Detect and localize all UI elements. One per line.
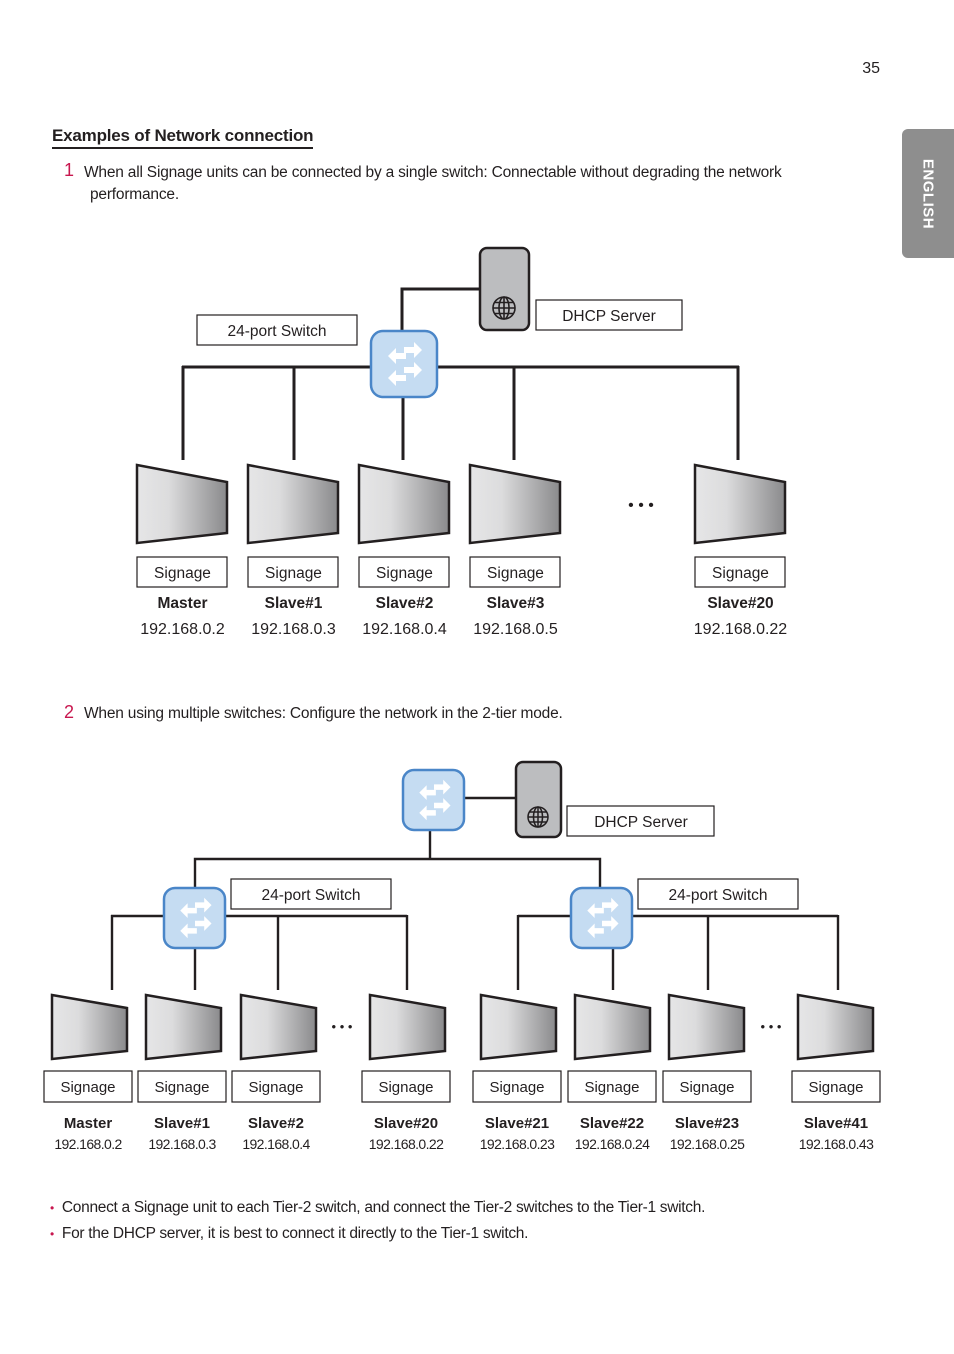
signage-box-label: Signage — [265, 565, 322, 582]
device-ip: 192.168.0.24 — [575, 1136, 650, 1152]
device-ip: 192.168.0.22 — [694, 621, 788, 638]
bullet-dot-icon: • — [50, 1227, 54, 1241]
step-2-text: When using multiple switches: Configure … — [84, 705, 563, 722]
signage-screen-icon — [144, 993, 223, 1061]
signage-box-label: Signage — [489, 1079, 544, 1096]
device-ip: 192.168.0.2 — [54, 1136, 122, 1152]
bullet-item: • Connect a Signage unit to each Tier-2 s… — [50, 1199, 705, 1217]
globe-icon — [492, 296, 516, 320]
signage-box-label: Signage — [584, 1079, 639, 1096]
wire-switch-to-server — [400, 287, 480, 331]
device-ip: 192.168.0.4 — [242, 1136, 310, 1152]
signage-screen-icon — [468, 463, 562, 545]
server-label: DHCP Server — [562, 308, 656, 325]
right-switch-icon — [569, 886, 634, 950]
switch-label: 24-port Switch — [227, 323, 326, 340]
signage-screen-icon — [796, 993, 875, 1061]
device-role: Master — [158, 595, 208, 612]
device-role: Slave#2 — [248, 1115, 304, 1132]
ellipsis-right: • • • — [761, 1019, 782, 1034]
dhcp-server-icon — [514, 760, 563, 839]
signage-box-label: Signage — [712, 565, 769, 582]
device-ip: 192.168.0.25 — [670, 1136, 745, 1152]
device-role: Slave#20 — [374, 1115, 438, 1132]
ellipsis-left: • • • — [332, 1019, 353, 1034]
bullet-item: • For the DHCP server, it is best to conn… — [50, 1225, 528, 1243]
signage-screen-icon — [667, 993, 746, 1061]
network-switch-icon — [369, 329, 439, 399]
signage-screen-icon — [50, 993, 129, 1061]
signage-box-label: Signage — [378, 1079, 433, 1096]
signage-screen-icon — [357, 463, 451, 545]
device-role: Slave#22 — [580, 1115, 644, 1132]
device-role: Slave#1 — [265, 595, 323, 612]
dhcp-server-icon — [478, 246, 531, 332]
signage-screen-icon — [693, 463, 787, 545]
device-ip: 192.168.0.43 — [799, 1136, 874, 1152]
device-ip: 192.168.0.23 — [480, 1136, 555, 1152]
server-label: DHCP Server — [594, 814, 688, 831]
device-ip: 192.168.0.5 — [473, 621, 558, 638]
step-2-number: 2 — [64, 702, 75, 722]
tier1-switch-icon — [401, 768, 466, 832]
device-role: Master — [64, 1115, 113, 1132]
device-role: Slave#3 — [487, 595, 545, 612]
device-ip: 192.168.0.4 — [362, 621, 447, 638]
left-switch-icon — [162, 886, 227, 950]
signage-box-label: Signage — [376, 565, 433, 582]
left-switch-label: 24-port Switch — [261, 887, 360, 904]
device-role: Slave#41 — [804, 1115, 868, 1132]
signage-box-label: Signage — [154, 1079, 209, 1096]
device-role: Slave#21 — [485, 1115, 549, 1132]
step-2: 2 — [64, 702, 74, 723]
bullet-text: Connect a Signage unit to each Tier-2 sw… — [61, 1199, 706, 1216]
diagram-single-switch: 24-port Switch DHCP Server • • • Signage… — [135, 246, 788, 638]
device-role: Slave#20 — [707, 595, 773, 612]
signage-screen-icon — [246, 463, 340, 545]
device-ip: 192.168.0.3 — [148, 1136, 216, 1152]
signage-screen-icon — [573, 993, 652, 1061]
ellipsis: • • • — [628, 497, 654, 514]
globe-icon — [527, 806, 549, 828]
signage-screen-icon — [239, 993, 318, 1061]
signage-box-label: Signage — [808, 1079, 863, 1096]
signage-box-label: Signage — [487, 565, 544, 582]
signage-screen-icon — [135, 463, 229, 545]
signage-box-label: Signage — [60, 1079, 115, 1096]
signage-box-label: Signage — [154, 565, 211, 582]
device-ip: 192.168.0.22 — [369, 1136, 444, 1152]
signage-box-label: Signage — [248, 1079, 303, 1096]
device-role: Slave#2 — [376, 595, 434, 612]
signage-box-label: Signage — [679, 1079, 734, 1096]
device-role: Slave#23 — [675, 1115, 739, 1132]
device-ip: 192.168.0.3 — [251, 621, 336, 638]
bullet-text: For the DHCP server, it is best to conne… — [61, 1225, 529, 1242]
signage-screen-icon — [479, 993, 558, 1061]
device-ip: 192.168.0.2 — [140, 621, 225, 638]
bullet-dot-icon: • — [50, 1201, 54, 1215]
signage-screen-icon — [368, 993, 447, 1061]
right-switch-label: 24-port Switch — [668, 887, 767, 904]
diagram-two-tier: DHCP Server 24-port Switch 24-port Switc… — [43, 760, 881, 1152]
device-role: Slave#1 — [154, 1115, 210, 1132]
